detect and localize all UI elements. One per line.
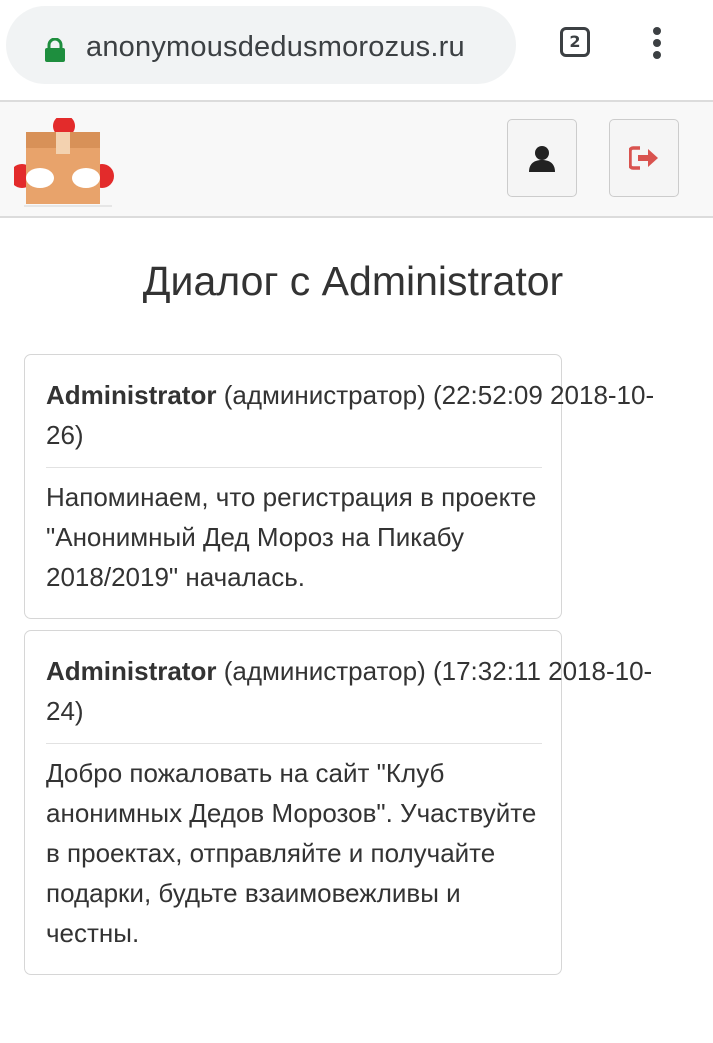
message-divider	[46, 743, 542, 744]
site-navbar	[0, 100, 713, 218]
lock-icon	[45, 38, 65, 62]
profile-button[interactable]	[507, 119, 577, 197]
message-role: (администратор)	[223, 656, 426, 686]
message-header: Administrator (администратор) (22:52:09 …	[46, 375, 666, 455]
url-text[interactable]: anonymousdedusmorozus.ru	[86, 31, 465, 64]
message-divider	[46, 467, 542, 468]
user-icon	[529, 146, 555, 172]
page-title: Диалог с Administrator	[142, 258, 564, 304]
logout-button[interactable]	[609, 119, 679, 197]
address-bar[interactable]: anonymousdedusmorozus.ru	[6, 6, 516, 84]
message-text: Напоминаем, что регистрация в проекте "А…	[46, 482, 537, 592]
tab-switcher-icon[interactable]: 2	[560, 27, 590, 57]
message-text: Добро пожаловать на сайт "Клуб анонимных…	[46, 758, 537, 948]
site-logo[interactable]	[14, 118, 114, 210]
logout-icon	[629, 146, 658, 170]
message-author[interactable]: Administrator	[46, 380, 216, 410]
message-role: (администратор)	[223, 380, 426, 410]
browser-toolbar: anonymousdedusmorozus.ru 2	[0, 0, 713, 100]
message-card: Administrator (администратор) (22:52:09 …	[24, 354, 654, 619]
message-header: Administrator (администратор) (17:32:11 …	[46, 651, 666, 731]
message-card: Administrator (администратор) (17:32:11 …	[24, 630, 652, 975]
message-author[interactable]: Administrator	[46, 656, 216, 686]
more-vert-icon[interactable]	[650, 27, 664, 63]
